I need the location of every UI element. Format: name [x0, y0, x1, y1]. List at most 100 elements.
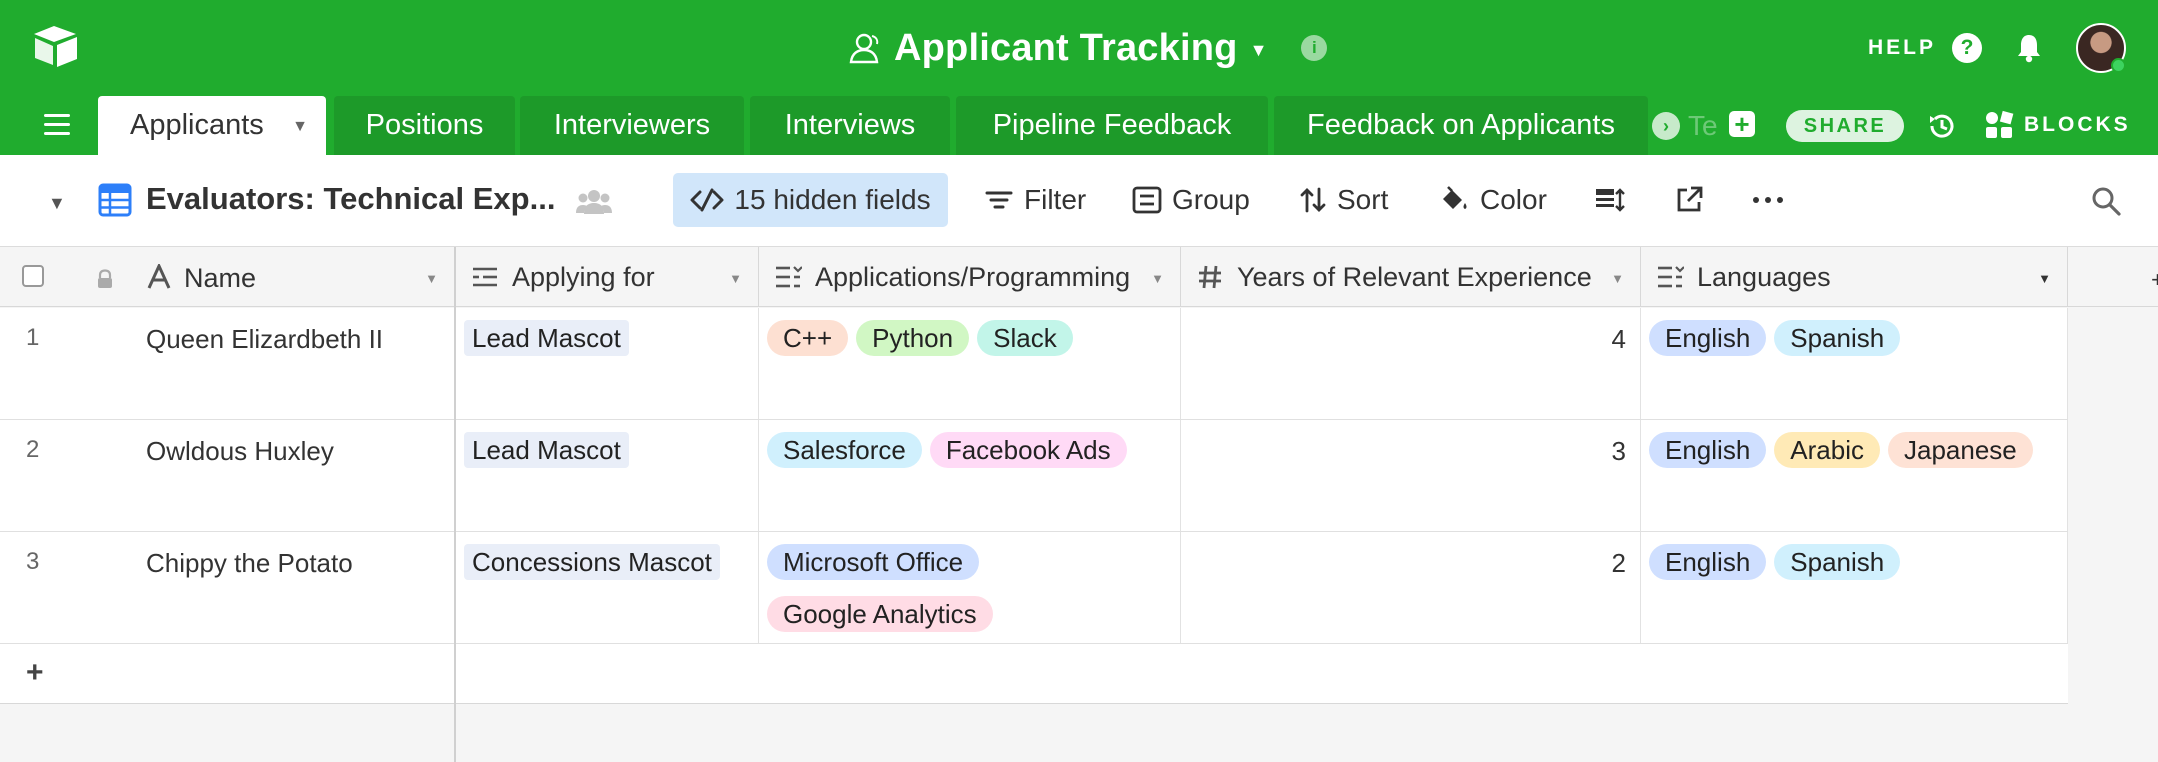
hidden-fields-label: 15 hidden fields [734, 184, 931, 215]
sort-button[interactable]: Sort [1287, 173, 1400, 227]
multi-select-icon [773, 264, 803, 290]
column-header-name[interactable]: Name ▼ [0, 247, 454, 307]
group-label: Group [1172, 184, 1250, 215]
add-record-row[interactable]: + [0, 644, 2068, 704]
row-number: 3 [26, 548, 40, 575]
cell-primary[interactable]: 2 Owldous Huxley [0, 420, 454, 531]
base-title[interactable]: Applicant Tracking ▼ i [848, 20, 1328, 76]
cell-languages[interactable]: English Arabic Japanese [1641, 420, 2068, 531]
chevron-down-icon[interactable]: ▼ [292, 118, 308, 136]
blocks-button[interactable]: BLOCKS [1984, 110, 2131, 140]
add-record-icon[interactable]: + [26, 656, 44, 690]
tab-interviews[interactable]: Interviews [750, 96, 950, 155]
info-icon[interactable]: i [1301, 35, 1328, 61]
tab-interviewers[interactable]: Interviewers [520, 96, 744, 155]
shared-users-icon [849, 33, 879, 64]
tab-positions[interactable]: Positions [334, 96, 515, 155]
share-button[interactable]: SHARE [1786, 110, 1904, 142]
tab-label: Applicants [130, 109, 264, 141]
cell-applying-for[interactable]: Lead Mascot [456, 308, 759, 419]
column-header-applying-for[interactable]: Applying for ▼ [456, 247, 759, 307]
cell-applications[interactable]: Salesforce Facebook Ads [759, 420, 1181, 531]
tab-pipeline-feedback[interactable]: Pipeline Feedback [956, 96, 1268, 155]
tab-label: Interviewers [553, 109, 711, 141]
tab-overflow[interactable]: › Te [1652, 110, 1718, 142]
table-row[interactable]: 2 Owldous Huxley Lead Mascot Salesforce … [0, 420, 2068, 532]
filter-button[interactable]: Filter [972, 173, 1098, 227]
cell-applications[interactable]: C++ Python Slack [759, 308, 1181, 419]
add-field-area[interactable]: + [2068, 247, 2158, 307]
collaborators-icon[interactable] [576, 187, 612, 215]
grid-view-icon [98, 183, 132, 217]
cell-languages[interactable]: English Spanish [1641, 532, 2068, 643]
blocks-icon [1986, 110, 2014, 138]
cell-years-experience[interactable]: 4 [1181, 308, 1641, 419]
lock-icon [98, 269, 112, 288]
hidden-fields-button[interactable]: 15 hidden fields [673, 173, 948, 227]
row-height-button[interactable] [1582, 173, 1638, 227]
cell-applying-for[interactable]: Concessions Mascot [456, 532, 759, 643]
chevron-right-icon[interactable]: › [1652, 112, 1680, 140]
sort-icon [1300, 187, 1326, 213]
tab-label: Interviews [784, 109, 916, 141]
cell-primary[interactable]: 3 Chippy the Potato [0, 532, 454, 643]
select-all-checkbox[interactable] [22, 265, 44, 287]
language-tag: English [1649, 432, 1767, 468]
frozen-column-divider[interactable] [454, 247, 456, 762]
table-row[interactable]: 3 Chippy the Potato Concessions Mascot M… [0, 532, 2068, 644]
row-number: 1 [26, 324, 40, 351]
add-table-button[interactable]: + [1729, 111, 1755, 137]
view-toolbar: ▼ Evaluators: Technical Exp... 15 hidden… [0, 155, 2158, 247]
linked-record-chip[interactable]: Lead Mascot [464, 432, 629, 468]
column-header-languages[interactable]: Languages ▼ [1641, 247, 2068, 307]
chevron-down-icon[interactable]: ▼ [1611, 271, 1624, 286]
filter-label: Filter [1024, 184, 1087, 215]
notifications-bell-icon[interactable] [2014, 32, 2044, 64]
cell-primary[interactable]: 1 Queen Elizardbeth II [0, 308, 454, 419]
language-tag: Spanish [1774, 544, 1901, 580]
language-tag: English [1649, 320, 1767, 356]
chevron-down-icon[interactable]: ▼ [2038, 271, 2051, 286]
hide-fields-icon [690, 188, 724, 212]
help-icon[interactable]: ? [1952, 33, 1982, 63]
external-link-icon [1677, 186, 1703, 212]
view-switcher-caret-icon[interactable]: ▼ [48, 193, 66, 214]
table-row[interactable]: 1 Queen Elizardbeth II Lead Mascot C++ P… [0, 308, 2068, 420]
cell-years-experience[interactable]: 3 [1181, 420, 1641, 531]
app-tag: Google Analytics [767, 596, 993, 632]
color-button[interactable]: Color [1426, 173, 1559, 227]
help-link[interactable]: HELP [1868, 36, 1936, 60]
years-value: 2 [1611, 548, 1626, 578]
cell-languages[interactable]: English Spanish [1641, 308, 2068, 419]
number-field-icon [1195, 264, 1225, 290]
airtable-logo-icon[interactable] [32, 24, 80, 68]
years-value: 4 [1611, 324, 1626, 354]
cell-applying-for[interactable]: Lead Mascot [456, 420, 759, 531]
history-icon[interactable] [1926, 110, 1958, 142]
app-tag: Microsoft Office [767, 544, 980, 580]
chevron-down-icon[interactable]: ▼ [1151, 271, 1164, 286]
column-header-years-experience[interactable]: Years of Relevant Experience ▼ [1181, 247, 1641, 307]
app-tag: C++ [767, 320, 849, 356]
more-options-button[interactable] [1740, 173, 1796, 227]
linked-record-chip[interactable]: Concessions Mascot [464, 544, 720, 580]
cell-applications[interactable]: Microsoft Office Google Analytics [759, 532, 1181, 643]
cell-years-experience[interactable]: 2 [1181, 532, 1641, 643]
years-value: 3 [1611, 436, 1626, 466]
column-header-applications[interactable]: Applications/Programming ▼ [759, 247, 1181, 307]
language-tag: Arabic [1774, 432, 1880, 468]
group-icon [1132, 186, 1162, 214]
chevron-down-icon[interactable]: ▼ [1250, 40, 1268, 61]
view-name[interactable]: Evaluators: Technical Exp... [146, 181, 555, 217]
tab-feedback-on-applicants[interactable]: Feedback on Applicants [1274, 96, 1648, 155]
share-view-button[interactable] [1662, 173, 1716, 227]
hamburger-menu-icon[interactable] [44, 114, 70, 136]
chevron-down-icon[interactable]: ▼ [729, 271, 742, 286]
chevron-down-icon[interactable]: ▼ [425, 271, 438, 286]
group-button[interactable]: Group [1120, 173, 1262, 227]
tab-applicants[interactable]: Applicants ▼ [98, 96, 326, 155]
add-field-icon[interactable]: + [2151, 267, 2158, 293]
search-icon[interactable] [2090, 185, 2122, 217]
linked-record-chip[interactable]: Lead Mascot [464, 320, 629, 356]
app-tag: Facebook Ads [929, 432, 1127, 468]
